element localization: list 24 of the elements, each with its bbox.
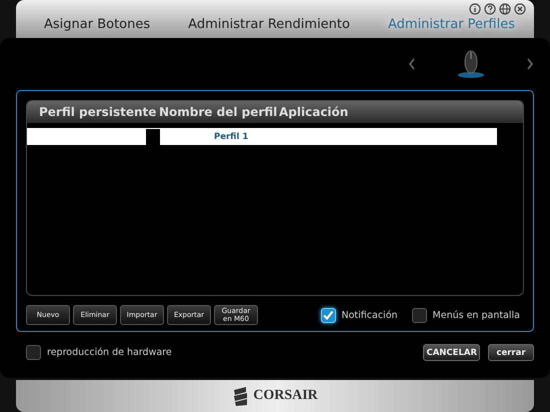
column-header: Perfil persistente <box>39 105 158 119</box>
tab[interactable]: Asignar Botones <box>44 17 150 32</box>
help-icon[interactable] <box>484 3 496 15</box>
dialog-button[interactable]: CANCELAR <box>423 344 480 361</box>
dialog-button[interactable]: cerrar <box>488 344 534 361</box>
previous-arrow[interactable] <box>408 58 416 70</box>
checkbox[interactable] <box>26 345 41 360</box>
close-icon[interactable] <box>514 3 526 15</box>
next-arrow[interactable] <box>526 58 534 70</box>
checkbox[interactable] <box>412 308 427 322</box>
profile-name: Perfil 1 <box>214 132 248 142</box>
option-label: reproducción de hardware <box>47 347 172 358</box>
globe-icon[interactable] <box>499 3 511 15</box>
option-label: Notificación <box>342 310 398 320</box>
column-header: Nombre del perfil <box>159 105 278 119</box>
checkbox[interactable] <box>320 308 336 322</box>
option-label: Menús en pantalla <box>432 310 520 320</box>
mouse-icon <box>456 49 486 79</box>
table-row[interactable]: Perfil 1 <box>27 128 497 145</box>
brand-logo: CORSAIR <box>253 388 318 404</box>
column-header: Aplicación <box>279 105 348 119</box>
persistent-marker[interactable] <box>146 128 160 144</box>
tab[interactable]: Administrar Rendimiento <box>188 17 350 32</box>
info-icon[interactable] <box>469 3 481 15</box>
